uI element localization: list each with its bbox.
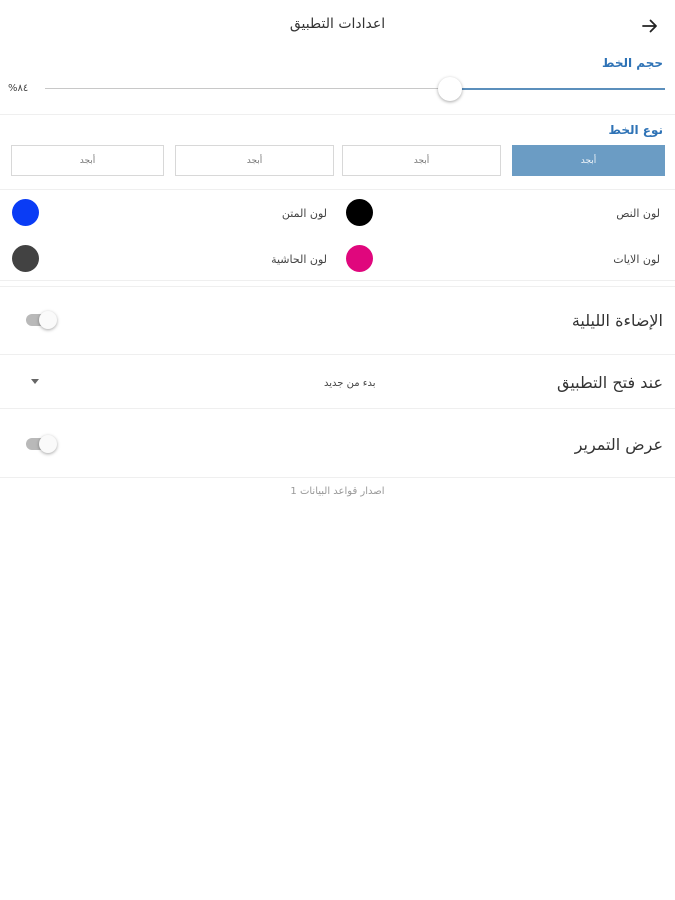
page-title: اعدادات التطبيق: [289, 16, 386, 32]
verses-color-label: لون الايات: [613, 253, 660, 266]
toggle-knob: [39, 435, 57, 453]
dropdown-arrow-icon[interactable]: [31, 379, 39, 384]
night-mode-toggle[interactable]: [26, 310, 58, 330]
text-color-swatch[interactable]: [346, 199, 373, 226]
on-open-label: عند فتح التطبيق: [556, 373, 663, 392]
divider: [0, 477, 675, 478]
margin-color-label: لون الحاشية: [271, 253, 327, 266]
font-size-slider-track[interactable]: [45, 88, 450, 89]
divider: [0, 189, 675, 190]
on-open-dropdown-value[interactable]: بدء من جديد: [324, 378, 376, 389]
body-color-label: لون المتن: [281, 207, 327, 220]
verses-color-swatch[interactable]: [346, 245, 373, 272]
back-button[interactable]: [638, 14, 662, 38]
font-option-1[interactable]: أبجد: [512, 145, 665, 176]
night-mode-label: الإضاءة الليلية: [571, 311, 663, 330]
divider: [0, 280, 675, 281]
db-version-text: اصدار قواعد البيانات 1: [290, 486, 385, 497]
font-type-label: نوع الخط: [608, 123, 663, 137]
margin-color-swatch[interactable]: [12, 245, 39, 272]
app-header: اعدادات التطبيق: [0, 0, 675, 50]
font-size-value: %٨٤: [8, 83, 29, 94]
font-option-4[interactable]: أبجد: [11, 145, 164, 176]
divider: [0, 408, 675, 409]
font-option-3[interactable]: أبجد: [175, 145, 334, 176]
body-color-swatch[interactable]: [12, 199, 39, 226]
font-option-2[interactable]: أبجد: [342, 145, 501, 176]
font-size-slider-thumb[interactable]: [438, 77, 462, 101]
divider: [0, 354, 675, 355]
arrow-right-icon: [642, 19, 657, 33]
text-color-label: لون النص: [616, 207, 660, 220]
divider: [0, 114, 675, 115]
font-size-label: حجم الخط: [601, 56, 663, 70]
toggle-knob: [39, 311, 57, 329]
scroll-view-label: عرض التمرير: [574, 435, 663, 454]
font-size-slider-fill[interactable]: [450, 88, 665, 90]
divider: [0, 286, 675, 287]
scroll-view-toggle[interactable]: [26, 434, 58, 454]
